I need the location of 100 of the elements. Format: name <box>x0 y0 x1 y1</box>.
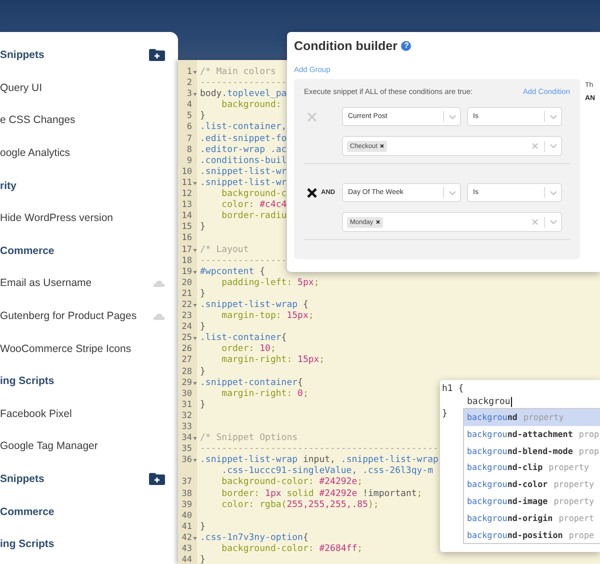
tag-remove-icon[interactable] <box>380 144 384 148</box>
line-number: 12 <box>182 189 192 200</box>
line-number: 36 <box>182 455 192 466</box>
line-number: 30 <box>182 388 192 400</box>
code-line: background-color: #24292e; <box>220 477 363 488</box>
clear-icon[interactable] <box>532 219 538 225</box>
remove-condition-icon[interactable] <box>307 188 317 198</box>
code-line: padding-left: 5px; <box>220 278 320 288</box>
line-number: 33 <box>182 422 192 434</box>
code-line: margin-top: 15px; <box>220 311 314 322</box>
sidebar-item[interactable]: Query UI <box>0 82 42 94</box>
line-number: 26 <box>182 344 192 356</box>
line-number: 10 <box>182 166 192 178</box>
code-line: .snippet-list-wrap { <box>199 300 308 310</box>
line-number: 32 <box>182 410 192 422</box>
suggestion-item[interactable]: background-clip property <box>464 459 600 476</box>
suggestion-item[interactable]: background-image property <box>464 492 600 510</box>
code-line: .snippet-list-wr <box>199 178 287 188</box>
fold-icon[interactable] <box>192 248 196 252</box>
code-line: #wpcontent { <box>199 266 266 277</box>
code-line: } <box>199 400 206 410</box>
sidebar-heading: ing Scripts <box>0 538 54 550</box>
line-number: 16 <box>182 233 192 244</box>
add-folder-icon[interactable] <box>149 473 165 486</box>
fold-icon[interactable] <box>192 382 196 385</box>
sidebar-item[interactable]: oogle Analytics <box>0 147 70 160</box>
help-icon[interactable]: ? <box>401 41 412 51</box>
fold-icon[interactable] <box>192 459 196 462</box>
line-number: 40 <box>182 510 192 522</box>
clear-icon[interactable] <box>532 143 538 149</box>
builder-title: Condition builder <box>294 39 398 53</box>
sidebar-item[interactable]: Gutenberg for Product Pages <box>0 310 137 322</box>
chevron-down-icon <box>550 114 556 118</box>
code-line: } <box>199 111 206 122</box>
suggestion-item[interactable]: background property <box>464 409 600 426</box>
sidebar-item[interactable]: WooCommerce Stripe Icons <box>0 342 132 355</box>
sidebar-heading: Commerce <box>0 244 54 257</box>
chevron-down-icon <box>550 144 556 148</box>
add-folder-icon[interactable] <box>149 49 165 62</box>
code-line: } <box>199 288 206 299</box>
code-line: } <box>199 522 206 532</box>
code-line: backgrou <box>467 396 510 407</box>
line-number: 38 <box>182 488 192 500</box>
suggestion-item[interactable]: background-attachment prop <box>464 426 600 443</box>
chevron-down-icon <box>550 220 556 224</box>
fold-icon[interactable] <box>192 337 196 340</box>
suggestion-item[interactable]: background-origin propert <box>464 510 600 527</box>
sidebar-heading: rity <box>0 180 16 192</box>
line-number: 42 <box>182 532 192 544</box>
fold-icon[interactable] <box>192 71 196 74</box>
cloud-icon <box>153 280 165 287</box>
sidebar-heading: ing Scripts <box>0 375 54 388</box>
line-number: 14 <box>182 211 192 222</box>
sidebar-item[interactable]: e CSS Changes <box>0 114 76 126</box>
line-number: 21 <box>182 288 192 300</box>
tag-remove-icon[interactable] <box>376 220 380 224</box>
fold-icon[interactable] <box>192 270 196 274</box>
code-line: -------------------------------------------- <box>199 444 438 454</box>
suggestion-item[interactable]: background-blend-mode prop <box>464 442 600 460</box>
line-number: 17 <box>182 244 192 256</box>
code-line: color: rgba(255,255,255,.85); <box>220 500 379 510</box>
code-line: ---------------- <box>199 256 287 266</box>
sidebar-item[interactable]: Hide WordPress version <box>0 212 114 224</box>
line-number: 34 <box>182 433 192 444</box>
fold-icon[interactable] <box>192 93 196 96</box>
line-number: 15 <box>182 222 192 234</box>
line-number: 18 <box>182 256 192 267</box>
line-number: 3 <box>186 89 192 100</box>
code-line: .css-1uccc91-singleValue, .css-26l3qy-m <box>220 466 433 476</box>
suggestion-item[interactable]: background-color property <box>464 476 600 493</box>
sidebar-item[interactable]: Facebook Pixel <box>0 408 72 420</box>
code-line: .snippet-list-wrap input, .snippet-list-wrap <box>199 455 438 466</box>
code-line: /* Snippet Options <box>199 433 298 444</box>
code-line: ---------------- <box>199 78 287 88</box>
line-number: 22 <box>182 300 192 312</box>
fold-icon[interactable] <box>192 536 196 540</box>
code-line: .editor-wrap .ac <box>199 144 287 155</box>
line-number: 31 <box>182 400 192 411</box>
suggestion-item[interactable]: background-position prope <box>464 526 600 544</box>
code-line: } <box>199 322 206 332</box>
code-line: .snippet-list-wr <box>199 166 287 177</box>
code-line: color: #c4c4 <box>220 200 287 210</box>
fold-icon[interactable] <box>192 437 196 440</box>
code-line: margin-right: 15px; <box>220 355 325 366</box>
code-line: } <box>199 366 206 377</box>
line-number: 6 <box>186 122 192 134</box>
fold-icon[interactable] <box>192 182 196 185</box>
code-line: /* Layout <box>199 244 249 254</box>
line-number: 20 <box>182 278 192 289</box>
line-number: 9 <box>186 156 192 167</box>
line-number: 29 <box>182 378 192 389</box>
line-number: 37 <box>182 477 192 489</box>
line-number: 35 <box>182 444 192 456</box>
code-line: .edit-snippet-fo <box>199 134 287 144</box>
code-line: .list-container{ <box>199 333 287 344</box>
sidebar-item[interactable]: Google Tag Manager <box>0 440 98 452</box>
sidebar-item[interactable]: Email as Username <box>0 277 92 290</box>
fold-icon[interactable] <box>192 304 196 308</box>
chevron-down-icon <box>448 114 456 118</box>
line-number: 24 <box>182 322 192 334</box>
